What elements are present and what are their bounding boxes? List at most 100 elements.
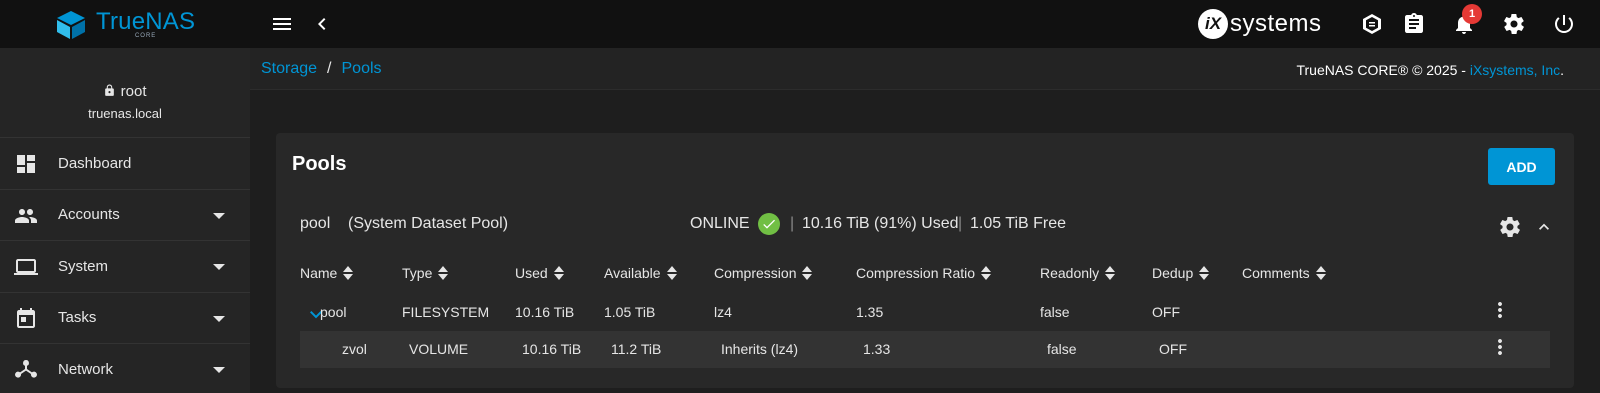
sort-icon [343, 266, 354, 280]
system-dataset-note: (System Dataset Pool) [348, 215, 509, 232]
pool-settings-button[interactable] [1498, 215, 1522, 239]
cell-dedup: OFF [1152, 304, 1180, 320]
chevron-up-icon [1539, 223, 1549, 230]
sidebar-item-label: System [58, 257, 109, 275]
add-pool-button[interactable]: ADD [1488, 148, 1555, 185]
sidebar-item-tasks[interactable]: Tasks [0, 293, 250, 344]
ix-wordmark: systems [1230, 10, 1322, 37]
sidebar-item-system[interactable]: System [0, 241, 250, 293]
column-header-used[interactable]: Used [515, 265, 564, 281]
user-row: root [0, 83, 250, 100]
chevron-left-icon [318, 18, 326, 30]
power-button[interactable] [1550, 10, 1578, 38]
status-separator: | [958, 215, 963, 232]
collapse-pool-button[interactable] [1534, 217, 1554, 237]
people-icon [14, 204, 38, 228]
column-header-name[interactable]: Name [300, 265, 354, 281]
sort-icon [1199, 266, 1210, 280]
table-row[interactable]: pool FILESYSTEM 10.16 TiB 1.05 TiB lz4 1… [300, 294, 1550, 331]
cell-used: 10.16 TiB [515, 304, 575, 320]
sort-icon [438, 266, 449, 280]
truecommand-button[interactable] [1358, 10, 1386, 38]
sidebar-item-label: Network [58, 360, 114, 378]
column-header-available[interactable]: Available [604, 265, 677, 281]
collapse-sidebar-button[interactable] [308, 10, 336, 38]
page-title: Pools [292, 153, 347, 175]
menu-toggle-button[interactable] [268, 10, 296, 38]
breadcrumb-bar: Storage / Pools TrueNAS CORE® © 2025 - iXs… [250, 48, 1600, 90]
sidebar-item-label: Accounts [58, 206, 120, 224]
column-header-compression-ratio[interactable]: Compression Ratio [856, 265, 992, 281]
column-header-compression[interactable]: Compression [714, 265, 813, 281]
breadcrumb: Storage / Pools [261, 60, 382, 78]
cell-dedup: OFF [1159, 341, 1187, 357]
cell-type: VOLUME [409, 341, 469, 357]
pool-name: pool [300, 215, 331, 232]
sidebar-item-dashboard[interactable]: Dashboard [0, 138, 250, 190]
cell-compression-ratio: 1.35 [856, 304, 884, 320]
power-icon [1555, 15, 1573, 33]
pool-free: 1.05 TiB Free [970, 215, 1067, 232]
truenas-logo-icon [57, 11, 85, 39]
caret-down-icon [213, 264, 225, 270]
caret-down-icon [213, 367, 225, 373]
sidebar-item-label: Dashboard [58, 154, 132, 172]
laptop-icon [14, 255, 38, 279]
clipboard-icon [1405, 13, 1423, 33]
calendar-icon [14, 307, 38, 331]
cell-available: 1.05 TiB [604, 304, 656, 320]
status-separator: | [790, 215, 795, 232]
column-header-type[interactable]: Type [402, 265, 449, 281]
table-row[interactable]: zvol VOLUME 10.16 TiB 11.2 TiB Inherits … [300, 331, 1550, 368]
sort-icon [802, 266, 813, 280]
cell-name: pool [320, 304, 347, 320]
cell-readonly: false [1047, 341, 1077, 357]
cell-readonly: false [1040, 304, 1070, 320]
cell-compression-ratio: 1.33 [863, 341, 891, 357]
more-vert-icon [1498, 339, 1502, 355]
sort-icon [981, 266, 992, 280]
column-header-readonly[interactable]: Readonly [1040, 265, 1116, 281]
sidebar-item-network[interactable]: Network [0, 344, 250, 393]
cell-name: zvol [342, 341, 367, 357]
lock-icon [105, 84, 115, 96]
sort-icon [1315, 266, 1326, 280]
gear-icon [1504, 14, 1524, 34]
pools-card: Pools ADD pool (System Dataset Pool) ONL… [276, 133, 1574, 388]
app-name: TrueNAS [96, 8, 196, 35]
gear-icon [1500, 217, 1520, 237]
cell-used: 10.16 TiB [522, 341, 582, 357]
sidebar: root truenas.local Dashboard Accounts Sy… [0, 48, 250, 393]
notification-count-badge: 1 [1462, 4, 1482, 24]
top-toolbar: TrueNAS CORE iX systems 1 [0, 0, 1600, 48]
cell-compression: Inherits (lz4) [721, 341, 799, 357]
column-header-dedup[interactable]: Dedup [1152, 265, 1210, 281]
truecommand-icon [1363, 14, 1381, 34]
pool-used: 10.16 TiB (91%) Used [802, 215, 959, 232]
sort-icon [553, 266, 564, 280]
cell-type: FILESYSTEM [402, 304, 490, 320]
breadcrumb-storage[interactable]: Storage [261, 60, 317, 77]
username: root [120, 83, 147, 100]
sidebar-item-accounts[interactable]: Accounts [0, 190, 250, 241]
check-circle-icon [758, 213, 780, 235]
cell-available: 11.2 TiB [611, 341, 662, 357]
breadcrumb-pools[interactable]: Pools [342, 60, 382, 77]
row-actions-button[interactable] [1488, 335, 1512, 359]
copyright-text: TrueNAS CORE® © 2025 - [1296, 62, 1470, 78]
ixsystems-logo[interactable]: iX systems [1198, 9, 1322, 39]
row-actions-button[interactable] [1488, 298, 1512, 322]
network-icon [14, 358, 38, 382]
pool-header: pool (System Dataset Pool) ONLINE | 10.1… [276, 201, 1574, 261]
truenas-logo[interactable]: TrueNAS CORE [52, 9, 195, 41]
settings-button[interactable] [1500, 10, 1528, 38]
column-header-comments[interactable]: Comments [1242, 265, 1326, 281]
task-manager-button[interactable] [1400, 10, 1428, 38]
user-panel: root truenas.local [0, 48, 250, 138]
sort-icon [666, 266, 677, 280]
ixsystems-link[interactable]: iXsystems, Inc [1470, 62, 1560, 78]
breadcrumb-separator: / [327, 60, 332, 77]
copyright: TrueNAS CORE® © 2025 - iXsystems, Inc. [1296, 62, 1564, 78]
hostname: truenas.local [88, 106, 162, 121]
dashboard-icon [14, 152, 38, 176]
